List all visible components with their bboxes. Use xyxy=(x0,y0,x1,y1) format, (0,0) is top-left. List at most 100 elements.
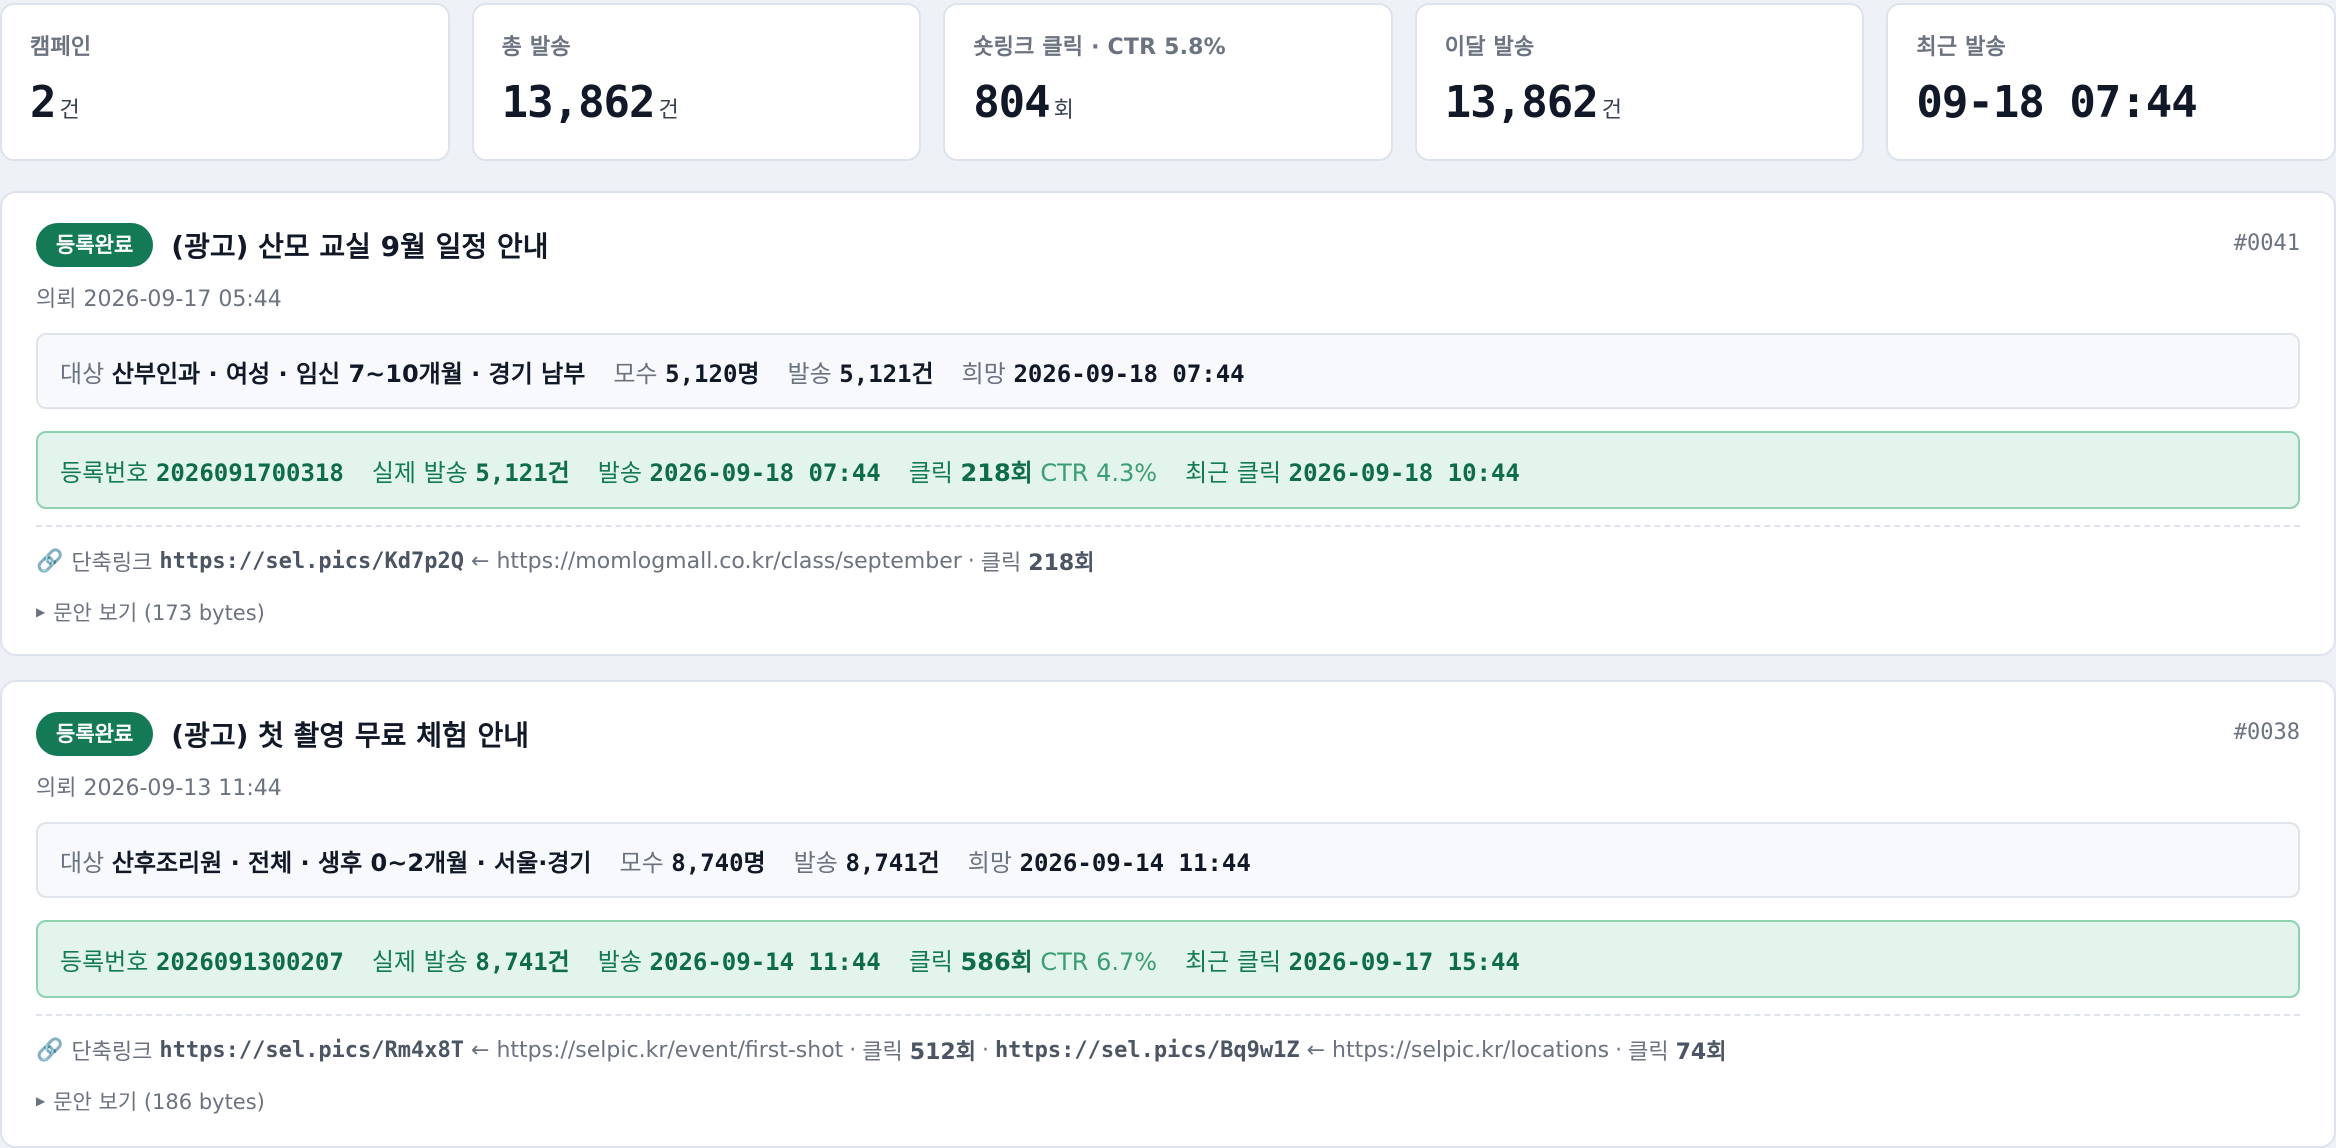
target-info: 대상 산후조리원 · 전체 · 생후 0~2개월 · 서울·경기 모수 8,74… xyxy=(36,822,2300,898)
message-preview-toggle[interactable]: ▶ 문안 보기 (186 bytes) xyxy=(36,1086,2300,1116)
send-label: 발송 xyxy=(787,359,832,388)
desired-label: 희망 xyxy=(961,359,1006,388)
actual-label: 실제 발송 xyxy=(371,458,468,487)
disclosure-triangle-icon: ▶ xyxy=(36,1094,46,1108)
population-label: 모수 xyxy=(619,848,664,877)
target-value: 산후조리원 · 전체 · 생후 0~2개월 · 서울·경기 xyxy=(111,848,592,877)
link-click-count: 218회 xyxy=(1028,551,1095,576)
send-value: 8,741건 xyxy=(845,848,940,877)
message-preview-toggle[interactable]: ▶ 문안 보기 (173 bytes) xyxy=(36,597,2300,627)
sent-at: 2026-09-14 11:44 xyxy=(649,947,881,976)
arrow: ← xyxy=(471,1037,490,1063)
status-badge: 등록완료 xyxy=(36,223,154,267)
reg-label: 등록번호 xyxy=(60,947,149,976)
target-value: 산부인과 · 여성 · 임신 7~10개월 · 경기 남부 xyxy=(111,359,586,388)
send-value: 5,121건 xyxy=(839,359,934,388)
stat-label: 이달 발송 xyxy=(1444,35,1535,60)
shortlink-row: 🔗 단축링크 https://sel.pics/Kd7p2Q ← https:/… xyxy=(36,545,2300,577)
link-icon: 🔗 xyxy=(36,1037,64,1063)
ctr-value: CTR 6.7% xyxy=(1040,947,1158,976)
sent-at: 2026-09-18 07:44 xyxy=(649,458,881,487)
campaign-title: (광고) 산모 교실 9월 일정 안내 xyxy=(171,230,549,263)
population-label: 모수 xyxy=(613,359,658,388)
campaign-id: #0038 xyxy=(2233,720,2300,745)
click-label: 클릭 xyxy=(908,947,953,976)
campaign-title: (광고) 첫 촬영 무료 체험 안내 xyxy=(171,719,529,752)
arrow: ← xyxy=(1306,1037,1326,1063)
campaign-id: #0041 xyxy=(2233,231,2300,256)
actual-value: 8,741건 xyxy=(475,947,570,976)
target-info: 대상 산부인과 · 여성 · 임신 7~10개월 · 경기 남부 모수 5,12… xyxy=(36,333,2300,409)
reg-label: 등록번호 xyxy=(60,458,149,487)
stat-label: 캠페인 xyxy=(30,35,92,60)
stat-total-sent: 총 발송 13,862 건 xyxy=(471,3,922,161)
destination-url[interactable]: https://selpic.kr/event/first-shot xyxy=(496,1038,843,1063)
target-label: 대상 xyxy=(60,848,105,877)
stat-value: 13,862 xyxy=(501,77,656,128)
stat-unit: 건 xyxy=(658,98,679,123)
preview-label: 문안 보기 (186 bytes) xyxy=(53,1090,265,1114)
stat-value: 09-18 07:44 xyxy=(1916,77,2197,128)
population-value: 8,740명 xyxy=(671,848,766,877)
population-value: 5,120명 xyxy=(665,359,760,388)
shortlink-url[interactable]: https://sel.pics/Kd7p2Q xyxy=(159,549,464,574)
click-count: 218회 xyxy=(960,458,1033,487)
stat-label: 최근 발송 xyxy=(1916,35,2006,60)
stat-value: 804 xyxy=(973,77,1050,128)
stat-shortlink-clicks: 숏링크 클릭 · CTR 5.8% 804 회 xyxy=(943,3,1393,161)
ctr-value: CTR 4.3% xyxy=(1040,458,1158,487)
stats-row: 캠페인 2 건 총 발송 13,862 건 숏링크 클릭 · CTR 5.8% … xyxy=(0,3,2336,161)
stat-unit: 건 xyxy=(1601,98,1622,123)
shortlink-label: 단축링크 xyxy=(71,1040,153,1065)
requested-at: 의뢰 2026-09-17 05:44 xyxy=(36,287,282,312)
last-click-label: 최근 클릭 xyxy=(1185,947,1282,976)
sent-label: 발송 xyxy=(597,947,642,976)
desired-label: 희망 xyxy=(967,848,1012,877)
campaign-card: 등록완료 (광고) 산모 교실 9월 일정 안내 #0041 의뢰 2026-0… xyxy=(0,191,2336,656)
link-click-label: 클릭 xyxy=(980,551,1022,576)
stat-label: 숏링크 클릭 · CTR 5.8% xyxy=(973,35,1226,60)
destination-url[interactable]: https://selpic.kr/locations xyxy=(1332,1038,1609,1063)
click-label: 클릭 xyxy=(908,458,953,487)
shortlink-url[interactable]: https://sel.pics/Bq9w1Z xyxy=(995,1038,1300,1063)
shortlink-row: 🔗 단축링크 https://sel.pics/Rm4x8T ← https:/… xyxy=(36,1034,2300,1066)
reg-number: 2026091300207 xyxy=(155,947,344,976)
link-icon: 🔗 xyxy=(36,548,64,574)
sent-label: 발송 xyxy=(597,458,642,487)
link-click-count: 74회 xyxy=(1675,1040,1727,1065)
target-label: 대상 xyxy=(60,359,105,388)
desired-value: 2026-09-18 07:44 xyxy=(1013,359,1245,388)
reg-number: 2026091700318 xyxy=(155,458,344,487)
stat-unit: 건 xyxy=(59,98,80,123)
stat-last-sent: 최근 발송 09-18 07:44 xyxy=(1886,3,2336,161)
actual-label: 실제 발송 xyxy=(371,947,468,976)
divider xyxy=(36,525,2300,527)
result-info: 등록번호 2026091700318 실제 발송 5,121건 발송 2026-… xyxy=(36,431,2300,509)
link-click-label: 클릭 xyxy=(1628,1040,1669,1065)
last-click-value: 2026-09-18 10:44 xyxy=(1288,458,1520,487)
shortlink-url[interactable]: https://sel.pics/Rm4x8T xyxy=(159,1038,464,1063)
disclosure-triangle-icon: ▶ xyxy=(36,605,46,619)
send-label: 발송 xyxy=(793,848,838,877)
stat-unit: 회 xyxy=(1053,98,1074,123)
last-click-value: 2026-09-17 15:44 xyxy=(1288,947,1520,976)
preview-label: 문안 보기 (173 bytes) xyxy=(53,601,265,625)
arrow: ← xyxy=(471,548,490,574)
campaign-card: 등록완료 (광고) 첫 촬영 무료 체험 안내 #0038 의뢰 2026-09… xyxy=(0,680,2336,1148)
stat-value: 2 xyxy=(30,77,56,128)
destination-url[interactable]: https://momlogmall.co.kr/class/september xyxy=(496,549,961,574)
shortlink-label: 단축링크 xyxy=(71,551,153,576)
actual-value: 5,121건 xyxy=(475,458,570,487)
last-click-label: 최근 클릭 xyxy=(1185,458,1282,487)
stat-campaigns: 캠페인 2 건 xyxy=(0,3,450,161)
stat-month-sent: 이달 발송 13,862 건 xyxy=(1414,3,1865,161)
result-info: 등록번호 2026091300207 실제 발송 8,741건 발송 2026-… xyxy=(36,920,2300,998)
stat-label: 총 발송 xyxy=(501,35,571,60)
click-count: 586회 xyxy=(960,947,1033,976)
status-badge: 등록완료 xyxy=(36,712,154,756)
requested-at: 의뢰 2026-09-13 11:44 xyxy=(36,776,282,801)
desired-value: 2026-09-14 11:44 xyxy=(1019,848,1251,877)
link-click-label: 클릭 xyxy=(862,1040,903,1065)
link-click-count: 512회 xyxy=(909,1040,976,1065)
divider xyxy=(36,1014,2300,1016)
